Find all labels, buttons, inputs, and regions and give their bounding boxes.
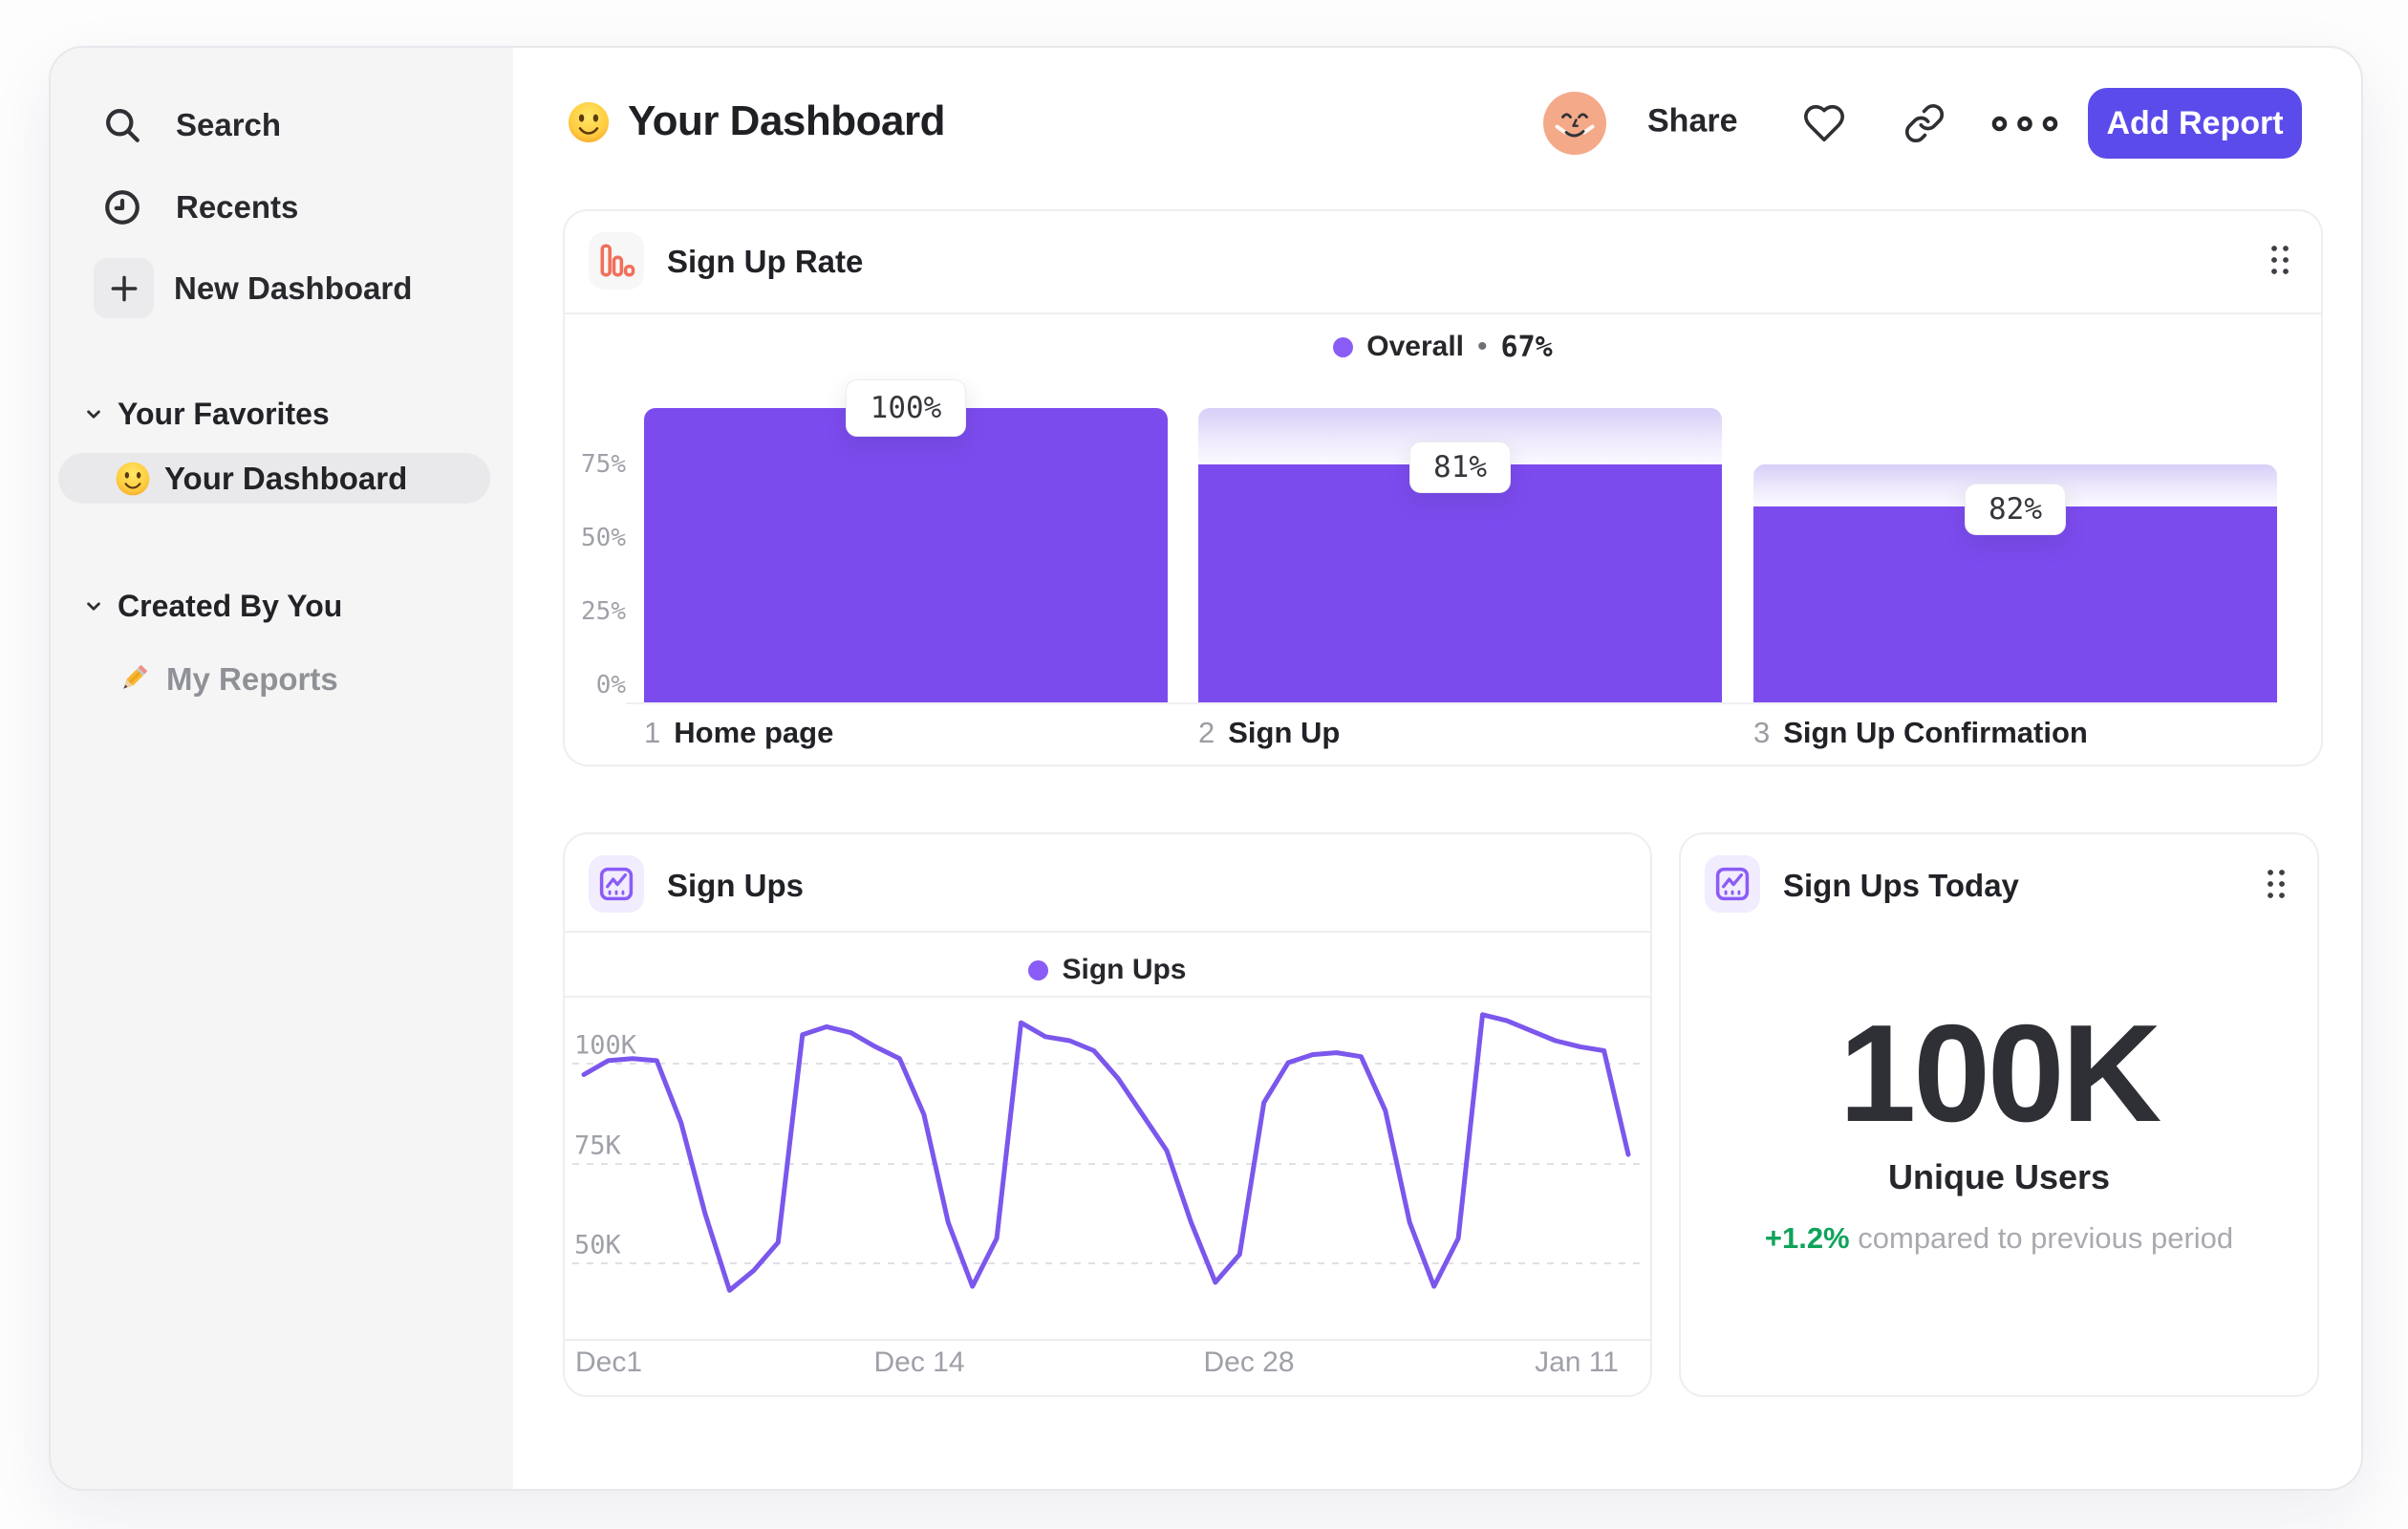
more-options-icon[interactable] xyxy=(1991,116,2058,132)
step-name: Sign Up xyxy=(1228,716,1341,749)
sidebar-section-your-favorites[interactable]: Your Favorites xyxy=(81,392,483,436)
sign-ups-card: Sign Ups Sign Ups 100K 75K 50K Dec1 Dec 14 De… xyxy=(563,832,1652,1397)
funnel-bar[interactable] xyxy=(644,408,1168,702)
funnel-plot-area: 75% 50% 25% 0% 100% 1 Home page 81% 2 Sign Up 82% 3… xyxy=(565,211,2321,764)
funnel-y-tick-label: 25% xyxy=(581,597,626,626)
sidebar-item-label: My Reports xyxy=(166,661,338,697)
avatar[interactable] xyxy=(1543,92,1606,155)
sidebar-item-label: Search xyxy=(176,107,282,142)
clock-icon xyxy=(105,190,140,225)
add-report-button[interactable]: Add Report xyxy=(2088,88,2302,159)
page-title: Your Dashboard xyxy=(628,97,946,144)
sidebar-item-label: Your Dashboard xyxy=(164,460,408,496)
funnel-value-tooltip: 100% xyxy=(846,379,966,437)
plus-icon xyxy=(94,258,154,318)
funnel-y-tick-label: 50% xyxy=(581,524,626,552)
step-name: Home page xyxy=(674,716,834,749)
card-title: Sign Ups Today xyxy=(1783,868,2019,903)
dashboard-emoji-icon xyxy=(568,101,610,143)
funnel-value-tooltip: 82% xyxy=(1965,484,2066,536)
sign-ups-line-series xyxy=(581,1012,1631,1293)
screen: Search Recents New Dashboard Your Favori… xyxy=(0,0,2408,1529)
step-number: 3 xyxy=(1753,716,1771,749)
line-chart-icon xyxy=(1705,855,1760,913)
line-plot-area: 100K 75K 50K Dec1 Dec 14 Dec 28 Jan 11 xyxy=(565,834,1650,1395)
funnel-step-label: 1 Home page xyxy=(644,716,833,754)
search-icon xyxy=(106,109,140,142)
kpi-value: 100K xyxy=(1838,996,2162,1151)
chevron-down-icon xyxy=(87,410,100,419)
section-label: Created By You xyxy=(118,588,343,623)
smiley-emoji-icon xyxy=(116,462,150,496)
sign-ups-today-card: Sign Ups Today 100K Unique Users +1.2% c… xyxy=(1679,832,2319,1397)
sidebar-section-created-by-you[interactable]: Created By You xyxy=(81,584,483,628)
sidebar-item-recents[interactable]: Recents xyxy=(101,185,503,229)
step-number: 1 xyxy=(644,716,661,749)
kpi-change-value: +1.2% xyxy=(1764,1221,1850,1255)
funnel-y-tick-label: 75% xyxy=(581,450,626,479)
copy-link-icon[interactable] xyxy=(1903,102,1946,144)
sidebar-item-label: Recents xyxy=(176,189,299,225)
sidebar-item-label: New Dashboard xyxy=(174,269,413,306)
sidebar-item-my-reports[interactable]: My Reports xyxy=(115,656,497,703)
step-name: Sign Up Confirmation xyxy=(1783,716,2088,749)
app-window: Search Recents New Dashboard Your Favori… xyxy=(49,46,2363,1491)
kpi-metric-label: Unique Users xyxy=(1887,1157,2111,1196)
step-number: 2 xyxy=(1198,716,1215,749)
funnel-step-label: 2 Sign Up xyxy=(1198,716,1340,754)
sidebar-item-new-dashboard[interactable]: New Dashboard xyxy=(94,258,503,318)
section-label: Your Favorites xyxy=(118,396,330,431)
kpi-change-label: compared to previous period xyxy=(1858,1221,2234,1255)
funnel-value-tooltip: 81% xyxy=(1409,441,1511,493)
funnel-y-tick-label: 0% xyxy=(595,671,626,700)
pencil-emoji-icon xyxy=(123,664,148,689)
funnel-baseline xyxy=(626,702,2277,704)
funnel-bar[interactable] xyxy=(1753,506,2277,702)
share-button[interactable]: Share xyxy=(1647,103,1738,140)
favorite-heart-icon[interactable] xyxy=(1802,101,1846,145)
chevron-down-icon xyxy=(87,602,100,611)
sidebar: Search Recents New Dashboard Your Favori… xyxy=(51,48,513,1489)
sidebar-item-search[interactable]: Search xyxy=(101,103,503,147)
funnel-bar[interactable] xyxy=(1198,463,1722,702)
sign-up-rate-card: Sign Up Rate Overall • 67% 75% 50% 25% 0% 10… xyxy=(563,209,2323,766)
funnel-step-label: 3 Sign Up Confirmation xyxy=(1753,716,2088,754)
kpi-change-row: +1.2% compared to previous period xyxy=(1681,1221,2317,1256)
drag-handle-icon[interactable] xyxy=(2263,867,2290,901)
sidebar-item-your-dashboard[interactable]: Your Dashboard xyxy=(58,453,490,504)
